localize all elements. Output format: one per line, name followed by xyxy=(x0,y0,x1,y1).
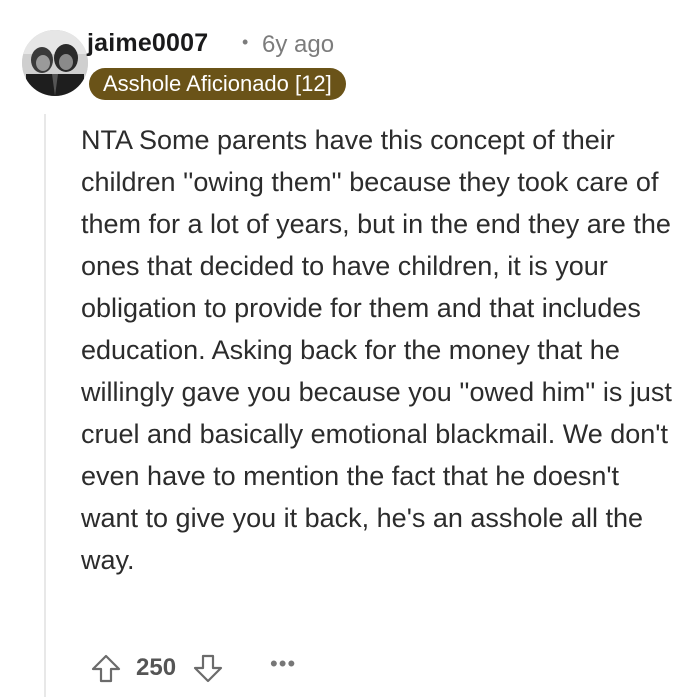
thread-collapse-line[interactable] xyxy=(44,114,46,697)
comment-body: NTA Some parents have this concept of th… xyxy=(81,119,681,581)
user-flair-badge: Asshole Aficionado [12] xyxy=(89,68,346,100)
downvote-arrow-icon xyxy=(193,654,223,683)
avatar-image xyxy=(22,30,88,96)
avatar[interactable] xyxy=(22,30,88,96)
vote-score: 250 xyxy=(136,654,177,681)
more-options-icon[interactable]: ••• xyxy=(270,653,296,682)
author-username[interactable]: jaime0007 xyxy=(87,29,208,58)
upvote-arrow-icon xyxy=(91,654,121,683)
upvote-button[interactable] xyxy=(88,650,124,686)
meta-separator: • xyxy=(242,32,249,52)
comment-actions: 250 ••• xyxy=(88,647,296,689)
comment-age[interactable]: 6y ago xyxy=(262,31,334,59)
downvote-button[interactable] xyxy=(190,650,226,686)
comment-text: NTA Some parents have this concept of th… xyxy=(81,125,672,575)
